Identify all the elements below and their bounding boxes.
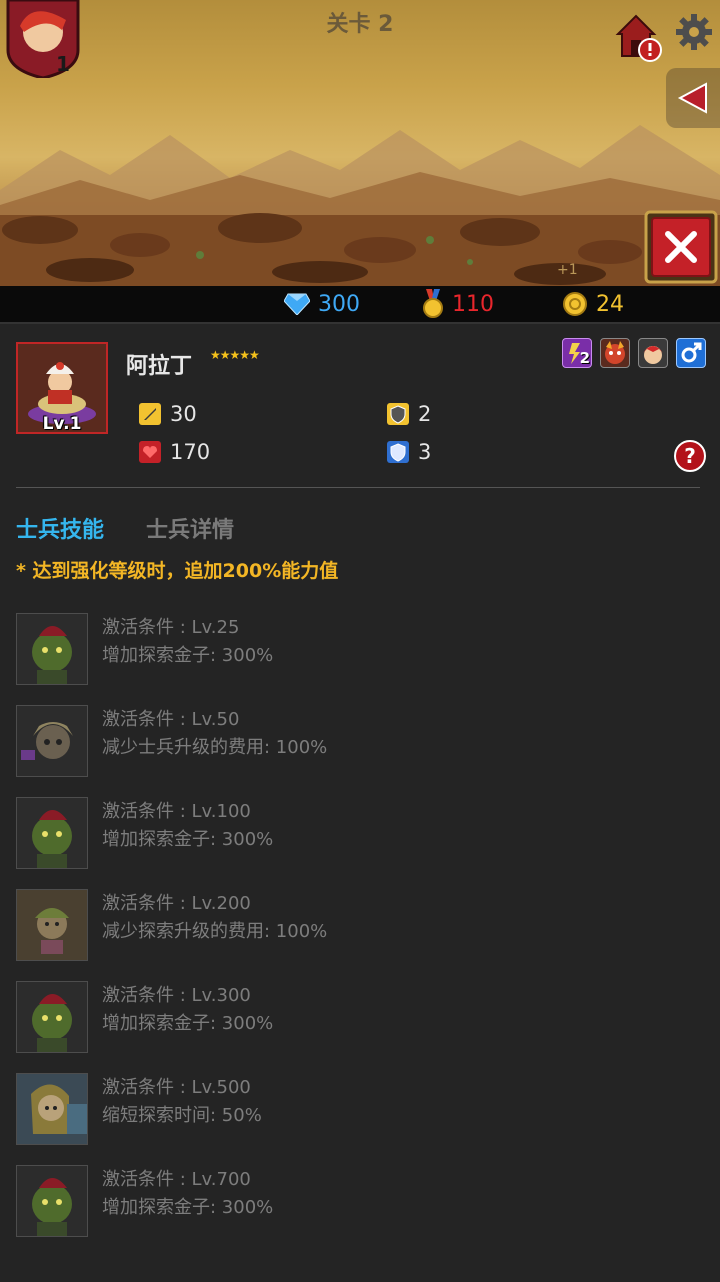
monster-face-glyph-icon: [605, 341, 625, 364]
goblin-portrait-icon: [16, 797, 88, 869]
magic-shield-icon: [387, 441, 409, 463]
close-icon: [644, 210, 718, 284]
fairy-portrait-icon: [16, 889, 88, 961]
goblin-portrait-icon: [16, 613, 88, 685]
coin-counter: 24: [562, 288, 624, 320]
coin-count: 24: [596, 291, 624, 317]
attack-value: 30: [170, 402, 197, 426]
unit-portrait: Lv.1: [16, 342, 108, 434]
armor-value: 2: [418, 402, 432, 426]
unit-level: Lv.1: [42, 414, 82, 434]
skill-condition: 激活条件 : Lv.300: [102, 985, 251, 1006]
hp-stat: 170: [138, 440, 210, 464]
resource-bar: 300 110 24: [0, 286, 720, 322]
magic-resist-value: 3: [418, 440, 432, 464]
coin-icon: [563, 292, 587, 316]
skill-condition: 激活条件 : Lv.100: [102, 801, 251, 822]
skill-condition: 激活条件 : Lv.500: [102, 1077, 251, 1098]
medal-icon: [423, 289, 443, 318]
shield-icon: [387, 403, 409, 425]
gear-icon: [676, 14, 712, 50]
skill-effect: 减少探索升级的费用: 100%: [102, 921, 328, 942]
help-button[interactable]: ?: [674, 440, 706, 472]
mermaid-portrait-icon: [16, 1073, 88, 1145]
trait-icon-row: 2: [562, 338, 706, 368]
elf-girl-portrait-icon: [16, 705, 88, 777]
skill-item: 激活条件 : Lv.50 减少士兵升级的费用: 100%: [16, 705, 696, 777]
hero-shield-icon: [6, 0, 80, 78]
male-icon[interactable]: [676, 338, 706, 368]
skill-effect: 增加探索金子: 300%: [102, 1013, 274, 1034]
skill-condition: 激活条件 : Lv.200: [102, 893, 251, 914]
skill-effect: 增加探索金子: 300%: [102, 829, 274, 850]
close-button[interactable]: [644, 210, 718, 284]
goblin-portrait-icon: [16, 981, 88, 1053]
hero-face-glyph-icon: [643, 346, 663, 364]
skill-effect: 增加探索金子: 300%: [102, 1197, 274, 1218]
unit-info-panel: Lv.1 阿拉丁 ★★★★★ 2 30 170 2 3 ? 士兵技能 士兵详情 …: [0, 322, 720, 1282]
tab-unit-skills[interactable]: 士兵技能: [16, 512, 104, 544]
skill-condition: 激活条件 : Lv.25: [102, 617, 240, 638]
tab-unit-details[interactable]: 士兵详情: [146, 512, 234, 544]
skill-condition: 激活条件 : Lv.50: [102, 709, 240, 730]
floating-bonus-text: +1: [557, 262, 578, 278]
heart-icon: [139, 441, 161, 463]
hero-face-icon[interactable]: [638, 338, 668, 368]
skill-item: 激活条件 : Lv.200 减少探索升级的费用: 100%: [16, 889, 696, 961]
battlefield-scene: 关卡 2 1 +1: [0, 0, 720, 286]
unit-name: 阿拉丁: [126, 354, 193, 379]
gem-count: 300: [318, 291, 360, 317]
skill-effect: 增加探索金子: 300%: [102, 645, 274, 666]
settings-button[interactable]: [674, 12, 714, 52]
question-mark-icon: ?: [684, 444, 696, 468]
unit-star-rating: ★★★★★: [210, 348, 260, 362]
male-symbol-icon: [681, 342, 702, 363]
sword-icon: [139, 403, 161, 425]
gem-counter: 300: [284, 288, 360, 320]
hero-shield-badge[interactable]: 1: [2, 0, 84, 78]
skill-item: 激活条件 : Lv.500 缩短探索时间: 50%: [16, 1073, 696, 1145]
hero-level-number: 1: [56, 52, 70, 76]
attack-stat: 30: [138, 402, 197, 426]
goblin-portrait-icon: [16, 1165, 88, 1237]
skill-effect: 减少士兵升级的费用: 100%: [102, 737, 328, 758]
hp-value: 170: [170, 440, 211, 464]
diamond-icon: [284, 293, 310, 315]
skill-item: 激活条件 : Lv.25 增加探索金子: 300%: [16, 613, 696, 685]
skill-item: 激活条件 : Lv.100 增加探索金子: 300%: [16, 797, 696, 869]
skill-item: 激活条件 : Lv.300 增加探索金子: 300%: [16, 981, 696, 1053]
armor-stat: 2: [386, 402, 431, 426]
stage-title: 关卡 2: [326, 12, 394, 37]
lightning-icon[interactable]: 2: [562, 338, 592, 368]
medal-count: 110: [452, 291, 494, 317]
enhancement-note: * 达到强化等级时，追加200%能力值: [16, 560, 339, 582]
magic-resist-stat: 3: [386, 440, 431, 464]
house-alert-button[interactable]: [614, 12, 662, 64]
skill-effect: 缩短探索时间: 50%: [102, 1105, 262, 1126]
triangle-left-icon: [677, 82, 707, 114]
side-panel-toggle[interactable]: [666, 68, 720, 128]
house-alert-icon: [615, 14, 662, 62]
monster-face-icon[interactable]: [600, 338, 630, 368]
skill-item: 激活条件 : Lv.700 增加探索金子: 300%: [16, 1165, 696, 1237]
skill-condition: 激活条件 : Lv.700: [102, 1169, 251, 1190]
trait-badge-count: 2: [579, 349, 590, 367]
desert-landscape-art: [0, 125, 720, 286]
medal-counter: 110: [422, 288, 494, 320]
section-divider: [16, 487, 700, 488]
